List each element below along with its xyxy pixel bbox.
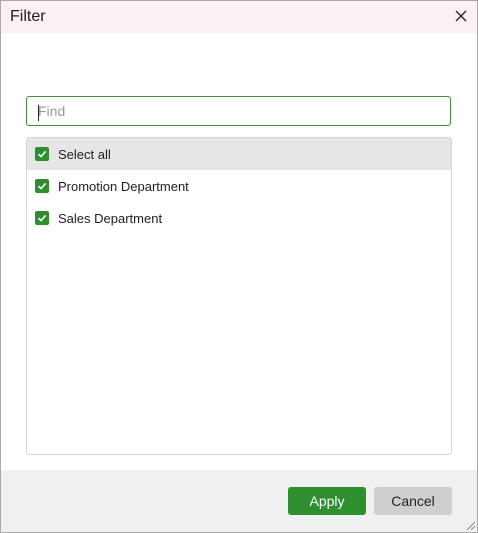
dialog-footer: Apply Cancel (1, 470, 477, 532)
title-bar: Filter (1, 1, 477, 33)
list-item-select-all[interactable]: Select all (27, 138, 451, 170)
close-icon (455, 10, 467, 22)
find-input[interactable] (26, 96, 451, 126)
sales-department-checkbox[interactable] (35, 211, 49, 225)
select-all-checkbox[interactable] (35, 147, 49, 161)
checkmark-icon (37, 182, 47, 190)
promotion-department-checkbox[interactable] (35, 179, 49, 193)
list-item-label: Sales Department (58, 211, 163, 226)
cancel-button[interactable]: Cancel (374, 487, 452, 515)
dialog-title: Filter (10, 8, 46, 25)
checkmark-icon (37, 214, 47, 222)
list-item-sales-department[interactable]: Sales Department (27, 202, 451, 234)
list-item-label: Promotion Department (58, 179, 189, 194)
close-button[interactable] (445, 1, 477, 33)
text-caret (38, 105, 39, 121)
checkmark-icon (37, 150, 47, 158)
list-item-label: Select all (58, 147, 111, 162)
list-item-promotion-department[interactable]: Promotion Department (27, 170, 451, 202)
value-list[interactable]: Select all Promotion Department Sales De… (26, 137, 452, 455)
filter-dialog: Filter Select all Promotion Department (0, 0, 478, 533)
apply-button[interactable]: Apply (288, 487, 366, 515)
resize-grip-icon[interactable] (464, 519, 476, 531)
